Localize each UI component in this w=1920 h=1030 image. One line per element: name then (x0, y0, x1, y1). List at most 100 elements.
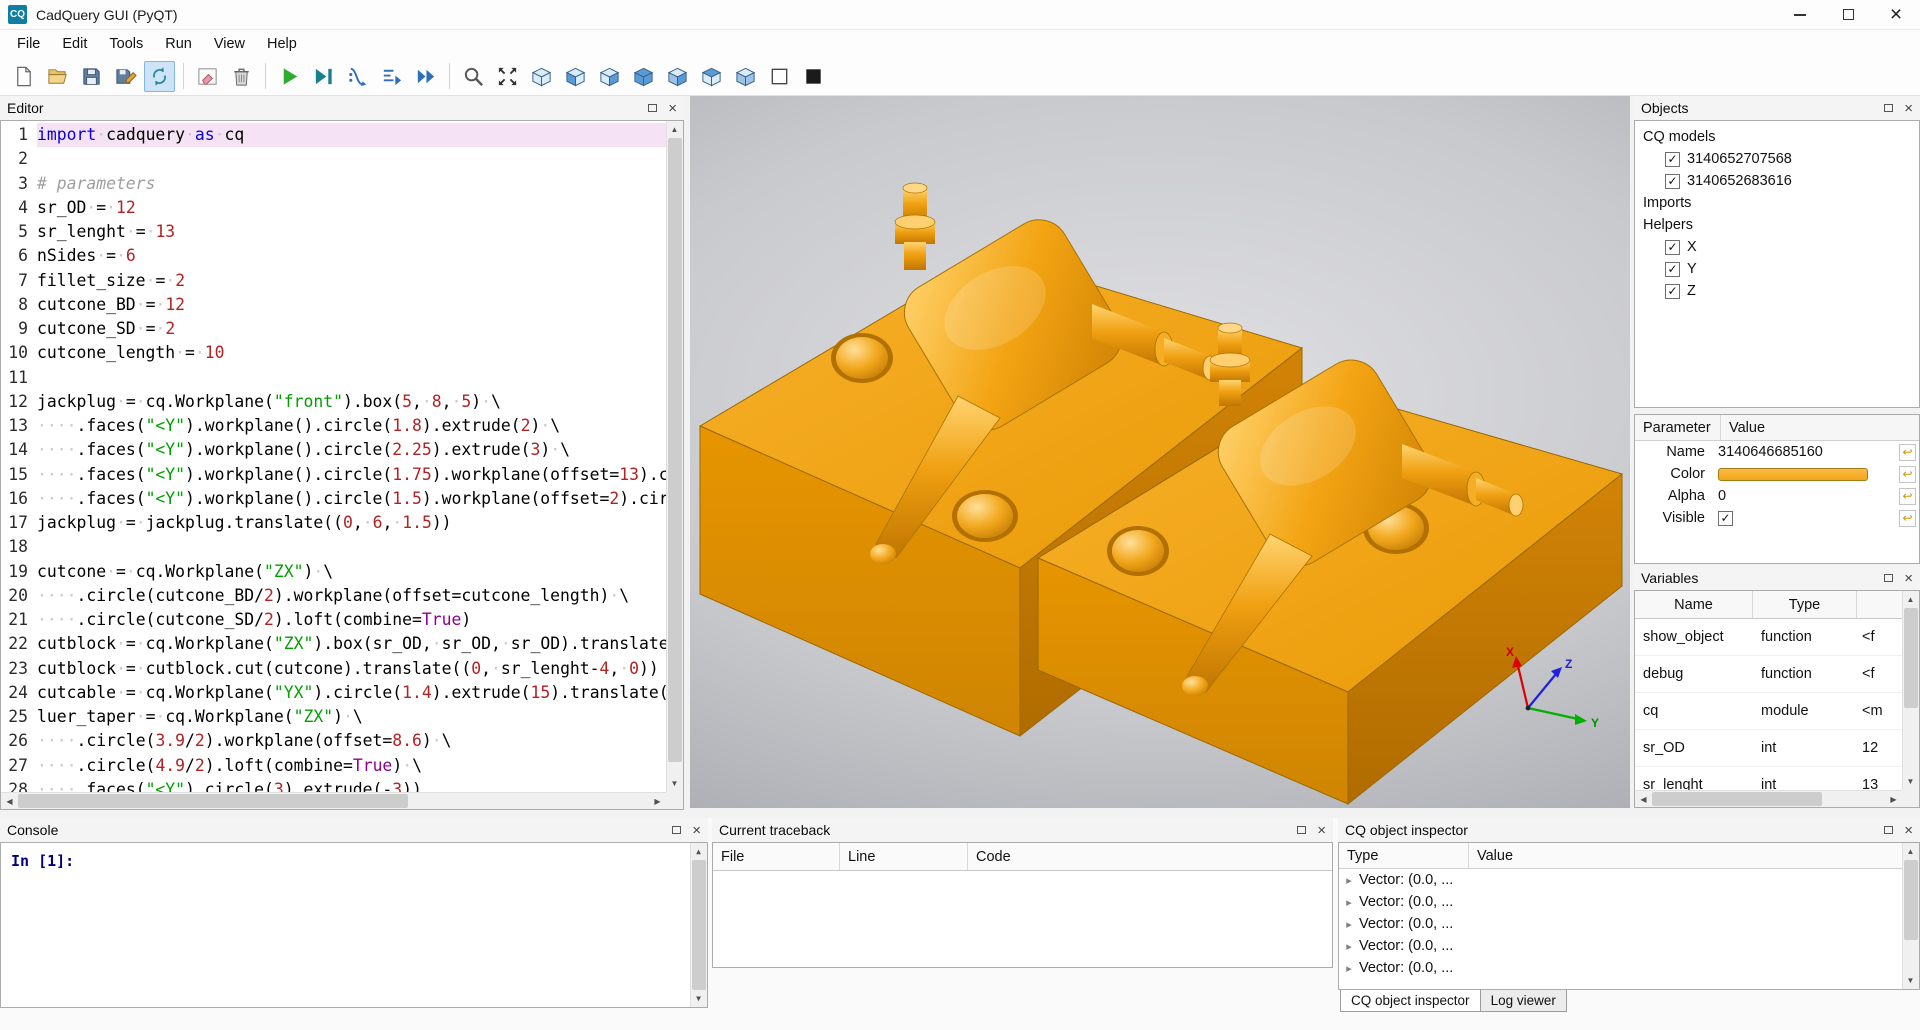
line-code[interactable]: cutcone_length·=·10 (37, 341, 666, 365)
expand-chevron-icon[interactable]: ▸ (1339, 940, 1359, 953)
menu-run[interactable]: Run (154, 32, 203, 56)
line-code[interactable]: ····.circle(4.9/2).loft(combine=True)·\ (37, 754, 666, 778)
expand-chevron-icon[interactable]: ▸ (1339, 962, 1359, 975)
save-as-button[interactable] (110, 61, 141, 92)
line-code[interactable] (37, 147, 666, 171)
checkbox[interactable]: ✓ (1718, 511, 1733, 526)
name-column-header[interactable]: Name (1635, 591, 1753, 618)
expand-chevron-icon[interactable]: ▸ (1339, 874, 1359, 887)
console-panel-body[interactable]: In [1]: ▲ ▼ (0, 842, 708, 1008)
scroll-up-button[interactable]: ▲ (1902, 843, 1919, 860)
close-button[interactable]: × (1872, 0, 1920, 29)
line-code[interactable]: ····.faces("<Y").workplane().circle(1.75… (37, 463, 666, 487)
line-code[interactable]: sr_lenght·=·13 (37, 220, 666, 244)
line-code[interactable]: ····.circle(3.9/2).workplane(offset=8.6)… (37, 729, 666, 753)
line-code[interactable]: jackplug·=·cq.Workplane("front").box(5,·… (37, 390, 666, 414)
variables-hscrollbar[interactable]: ◀ ▶ (1635, 790, 1902, 807)
type-column-header[interactable]: Type (1339, 843, 1469, 868)
variable-row[interactable]: debugfunction<f (1635, 656, 1902, 693)
scrollbar-thumb[interactable] (668, 138, 682, 762)
delete-button[interactable] (226, 61, 257, 92)
scroll-right-button[interactable]: ▶ (649, 793, 666, 810)
line-code[interactable]: cutcone_SD·=·2 (37, 317, 666, 341)
clear-button[interactable] (192, 61, 223, 92)
inspector-row[interactable]: ▸Vector: (0.0, ... (1339, 935, 1902, 957)
float-panel-button[interactable] (1884, 574, 1893, 582)
parameter-value[interactable]: ✓ (1713, 511, 1899, 526)
menu-edit[interactable]: Edit (51, 32, 98, 56)
close-panel-button[interactable]: × (1904, 823, 1913, 838)
view-top-button[interactable] (696, 61, 727, 92)
inspector-row[interactable]: ▸Vector: (0.0, ... (1339, 869, 1902, 891)
parameter-value[interactable] (1713, 468, 1899, 481)
close-panel-button[interactable]: × (1904, 101, 1913, 116)
variable-row[interactable]: cqmodule<m (1635, 693, 1902, 730)
code-editor[interactable]: 1import·cadquery·as·cq23# parameters4sr_… (1, 121, 666, 792)
menu-help[interactable]: Help (256, 32, 308, 56)
expand-chevron-icon[interactable]: ▸ (1339, 918, 1359, 931)
expand-chevron-icon[interactable]: ▸ (1339, 896, 1359, 909)
view-iso-button[interactable] (526, 61, 557, 92)
console-prompt[interactable]: In [1]: (1, 843, 707, 870)
close-panel-button[interactable]: × (668, 101, 677, 116)
parameter-value[interactable]: 3140646685160 (1713, 444, 1899, 460)
reset-button[interactable]: ↩ (1899, 488, 1916, 505)
view-bottom-button[interactable] (730, 61, 761, 92)
checkbox[interactable]: ✓ (1665, 284, 1680, 299)
view-front-button[interactable] (560, 61, 591, 92)
scroll-down-button[interactable]: ▼ (1902, 972, 1919, 989)
minimize-button[interactable] (1776, 0, 1824, 29)
scrollbar-thumb[interactable] (18, 794, 408, 808)
line-code[interactable] (37, 366, 666, 390)
zoom-fit-button[interactable] (458, 61, 489, 92)
line-code[interactable]: cutcone_BD·=·12 (37, 293, 666, 317)
editor-hscrollbar[interactable]: ◀ ▶ (1, 792, 666, 809)
line-code[interactable]: ····.faces("<Y").circle(3).extrude(-3)) (37, 778, 666, 792)
scroll-down-button[interactable]: ▼ (690, 990, 707, 1007)
line-code[interactable]: ····.circle(cutcone_BD/2).workplane(offs… (37, 584, 666, 608)
editor-vscrollbar[interactable]: ▲ ▼ (666, 121, 683, 792)
tab-cq-object-inspector[interactable]: CQ object inspector (1340, 990, 1481, 1012)
scroll-left-button[interactable]: ◀ (1635, 791, 1652, 808)
line-code[interactable]: # parameters (37, 172, 666, 196)
checkbox[interactable]: ✓ (1665, 262, 1680, 277)
inspector-row[interactable]: ▸Vector: (0.0, ... (1339, 913, 1902, 935)
line-code[interactable]: cutcone·=·cq.Workplane("ZX")·\ (37, 560, 666, 584)
scrollbar-thumb[interactable] (692, 860, 706, 990)
line-code[interactable]: cutblock·=·cq.Workplane("ZX").box(sr_OD,… (37, 632, 666, 656)
tree-item[interactable]: ✓Y (1635, 258, 1919, 280)
scroll-down-button[interactable]: ▼ (666, 775, 683, 792)
shaded-button[interactable] (798, 61, 829, 92)
float-panel-button[interactable] (672, 826, 681, 834)
line-code[interactable]: ····.faces("<Y").workplane().circle(1.5)… (37, 487, 666, 511)
tree-item[interactable]: ✓3140652683616 (1635, 170, 1919, 192)
value-column-header[interactable] (1857, 591, 1902, 618)
traceback-column-file[interactable]: File (713, 843, 840, 870)
tree-group-helpers[interactable]: Helpers (1635, 214, 1919, 236)
line-code[interactable]: ····.faces("<Y").workplane().circle(1.8)… (37, 414, 666, 438)
scrollbar-thumb[interactable] (1904, 608, 1918, 708)
parameter-value[interactable]: 0 (1713, 488, 1899, 504)
tree-item[interactable]: ✓3140652707568 (1635, 148, 1919, 170)
close-panel-button[interactable]: × (1317, 823, 1326, 838)
new-file-button[interactable] (8, 61, 39, 92)
continue-button[interactable] (410, 61, 441, 92)
line-code[interactable]: sr_OD·=·12 (37, 196, 666, 220)
tree-group-cq-models[interactable]: CQ models (1635, 126, 1919, 148)
scroll-up-button[interactable]: ▲ (666, 121, 683, 138)
value-column-header[interactable]: Value (1721, 415, 1919, 440)
view-right-button[interactable] (662, 61, 693, 92)
variable-row[interactable]: show_objectfunction<f (1635, 619, 1902, 656)
line-code[interactable]: nSides·=·6 (37, 244, 666, 268)
scrollbar-thumb[interactable] (1652, 792, 1822, 806)
variable-row[interactable]: sr_ODint12 (1635, 730, 1902, 767)
scroll-left-button[interactable]: ◀ (1, 793, 18, 810)
menu-view[interactable]: View (203, 32, 256, 56)
open-file-button[interactable] (42, 61, 73, 92)
tab-log-viewer[interactable]: Log viewer (1480, 990, 1567, 1012)
menu-tools[interactable]: Tools (98, 32, 154, 56)
float-panel-button[interactable] (648, 104, 657, 112)
variable-row[interactable]: sr_lenghtint13 (1635, 767, 1902, 790)
line-code[interactable]: jackplug·=·jackplug.translate((0,·6,·1.5… (37, 511, 666, 535)
variables-vscrollbar[interactable]: ▲ ▼ (1902, 591, 1919, 790)
